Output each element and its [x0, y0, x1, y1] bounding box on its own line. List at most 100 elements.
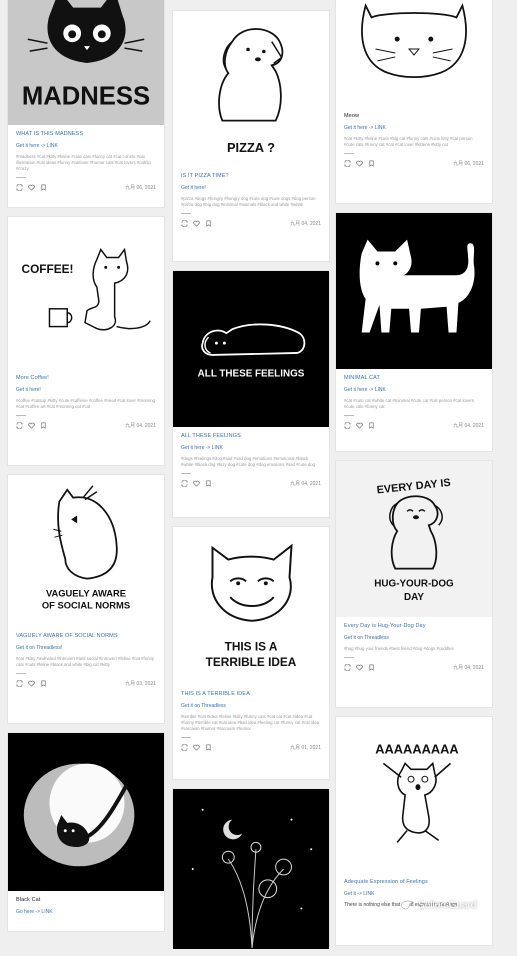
share-icon[interactable] — [16, 679, 23, 687]
black-cat-illustration — [23, 763, 135, 867]
design-image[interactable] — [173, 789, 329, 949]
design-card[interactable]: THIS IS A TERRIBLE IDEA THIS IS A TERRIB… — [172, 526, 330, 780]
card-title[interactable]: ALL THESE FEELINGS — [181, 433, 321, 439]
design-card[interactable]: VAGUELY AWARE OF SOCIAL NORMS VAGUELY AW… — [7, 474, 165, 724]
card-title[interactable]: Adequate Expression of Feelings — [344, 879, 484, 885]
pizza-dog-illustration: PIZZA ? — [218, 28, 284, 155]
heart-icon[interactable] — [193, 480, 200, 487]
image-text-line-2: TERRIBLE IDEA — [206, 655, 297, 669]
card-title[interactable]: Black Cat — [16, 897, 156, 903]
heart-icon[interactable] — [356, 664, 363, 671]
share-icon[interactable] — [344, 421, 351, 429]
design-image[interactable]: ALL THESE FEELINGS — [173, 271, 329, 427]
design-card[interactable]: PIZZA ? IS IT PIZZA TIME? Get it here! #… — [172, 10, 330, 262]
card-link[interactable]: Get it here! — [181, 185, 321, 191]
card-link[interactable]: Get it here -> LINK — [181, 445, 321, 451]
heart-icon[interactable] — [28, 680, 35, 687]
share-icon[interactable] — [16, 421, 23, 429]
card-tags: #hug #hug your friends #best friend #dog… — [344, 646, 454, 651]
heart-icon[interactable] — [28, 184, 35, 191]
card-link[interactable]: Get it -> LINK — [344, 891, 484, 897]
design-image[interactable]: PIZZA ? — [173, 11, 329, 167]
vaguely-aware-cat-illustration: VAGUELY AWARE OF SOCIAL NORMS — [42, 485, 130, 610]
bookmark-icon[interactable] — [205, 480, 212, 487]
meow-cat-illustration — [361, 3, 467, 79]
card-link[interactable]: Get it here! — [16, 387, 156, 393]
card-date: 九月 04, 2021 — [453, 422, 484, 429]
design-image[interactable] — [336, 0, 492, 107]
image-text-line-3: DAY — [404, 592, 424, 603]
card-date: 九月 03, 2021 — [125, 680, 156, 687]
coffee-cat-illustration: COFFEE! — [22, 247, 151, 331]
share-icon[interactable] — [16, 183, 23, 191]
heart-icon[interactable] — [356, 422, 363, 429]
card-date: 九月 04, 2021 — [290, 220, 321, 227]
bookmark-icon[interactable] — [368, 664, 375, 671]
design-card[interactable]: COFFEE! More Coffee! Get it here! #coffe… — [7, 216, 165, 466]
watermark: SellersGuard — [400, 899, 476, 911]
design-card[interactable]: ALL THESE FEELINGS ALL THESE FEELINGS Ge… — [172, 270, 330, 518]
watermark-label: SellersGuard — [418, 899, 477, 911]
column-3: Meow Get it here -> LINK #cat #kitty #fe… — [335, 0, 493, 954]
terrible-idea-cat-illustration: THIS IS A TERRIBLE IDEA — [206, 543, 297, 669]
card-tags: #madness #cat #kitty #feline #cute cats … — [16, 154, 151, 171]
design-image[interactable]: AAAAAAAAA — [336, 717, 492, 873]
bookmark-icon[interactable] — [368, 160, 375, 167]
design-card[interactable]: MADNESS WHAT IS THIS MADNESS Get it here… — [7, 0, 165, 208]
card-link[interactable]: Get it here -> LINK — [344, 125, 484, 131]
design-card[interactable]: Black Cat Go here -> LINK — [7, 732, 165, 932]
design-image[interactable]: COFFEE! — [8, 217, 164, 369]
card-title[interactable]: THIS IS A TERRIBLE IDEA — [181, 691, 321, 697]
bookmark-icon[interactable] — [368, 422, 375, 429]
card-link[interactable]: Go here -> LINK — [16, 909, 156, 915]
card-title[interactable]: More Coffee! — [16, 375, 156, 381]
card-date: 九月 04, 2021 — [290, 480, 321, 487]
design-card[interactable]: Meow Get it here -> LINK #cat #kitty #fe… — [335, 0, 493, 204]
bookmark-icon[interactable] — [40, 422, 47, 429]
design-card[interactable]: EVERY DAY IS HUG-YOUR-DOG DAY Every Day … — [335, 460, 493, 708]
bookmark-icon[interactable] — [40, 184, 47, 191]
card-link[interactable]: Get it on Threadless! — [16, 645, 156, 651]
card-title[interactable]: WHAT IS THIS MADNESS — [16, 131, 156, 137]
share-icon[interactable] — [344, 159, 351, 167]
card-title[interactable]: VAGUELY AWARE OF SOCIAL NORMS — [16, 633, 156, 639]
design-image[interactable]: THIS IS A TERRIBLE IDEA — [173, 527, 329, 685]
image-text: MADNESS — [22, 82, 150, 110]
card-title[interactable]: MINIMAL CAT — [344, 375, 484, 381]
card-title[interactable]: Every Day is Hug-Your-Dog Day — [344, 623, 484, 629]
card-tags: #cat #cute cat #white cat #minimal #cute… — [344, 398, 474, 409]
card-link[interactable]: Get it on Threadless — [181, 703, 321, 709]
card-date: 九月 06, 2021 — [125, 184, 156, 191]
design-image[interactable] — [336, 213, 492, 369]
share-icon[interactable] — [344, 663, 351, 671]
card-link[interactable]: Get it here -> LINK — [344, 387, 484, 393]
share-icon[interactable] — [181, 479, 188, 487]
design-card[interactable]: MINIMAL CAT Get it here -> LINK #cat #cu… — [335, 212, 493, 452]
share-icon[interactable] — [181, 743, 188, 751]
card-link[interactable]: Get it here -> LINK — [16, 143, 156, 149]
heart-icon[interactable] — [193, 220, 200, 227]
night-flowers-illustration — [191, 808, 313, 949]
card-title[interactable]: Meow — [344, 113, 484, 119]
image-text: COFFEE! — [22, 262, 74, 276]
design-image[interactable]: VAGUELY AWARE OF SOCIAL NORMS — [8, 475, 164, 627]
screaming-cat-illustration: AAAAAAAAA — [375, 742, 459, 843]
bookmark-icon[interactable] — [40, 680, 47, 687]
card-title[interactable]: IS IT PIZZA TIME? — [181, 173, 321, 179]
column-1: MADNESS WHAT IS THIS MADNESS Get it here… — [7, 0, 165, 940]
bookmark-icon[interactable] — [205, 220, 212, 227]
design-card[interactable] — [172, 788, 330, 949]
bookmark-icon[interactable] — [205, 744, 212, 751]
share-icon[interactable] — [181, 219, 188, 227]
design-image[interactable]: MADNESS — [8, 0, 164, 125]
heart-icon[interactable] — [193, 744, 200, 751]
heart-icon[interactable] — [28, 422, 35, 429]
image-text-line-1: EVERY DAY IS — [376, 477, 451, 497]
heart-icon[interactable] — [356, 160, 363, 167]
design-image[interactable]: EVERY DAY IS HUG-YOUR-DOG DAY — [336, 461, 492, 617]
design-card[interactable]: AAAAAAAAA Adequate Expression of Feeling… — [335, 716, 493, 946]
design-image[interactable] — [8, 733, 164, 891]
image-text-line-2: OF SOCIAL NORMS — [42, 600, 130, 610]
card-link[interactable]: Get it on Threadless — [344, 635, 484, 641]
hug-dog-illustration: EVERY DAY IS HUG-YOUR-DOG DAY — [374, 477, 454, 603]
